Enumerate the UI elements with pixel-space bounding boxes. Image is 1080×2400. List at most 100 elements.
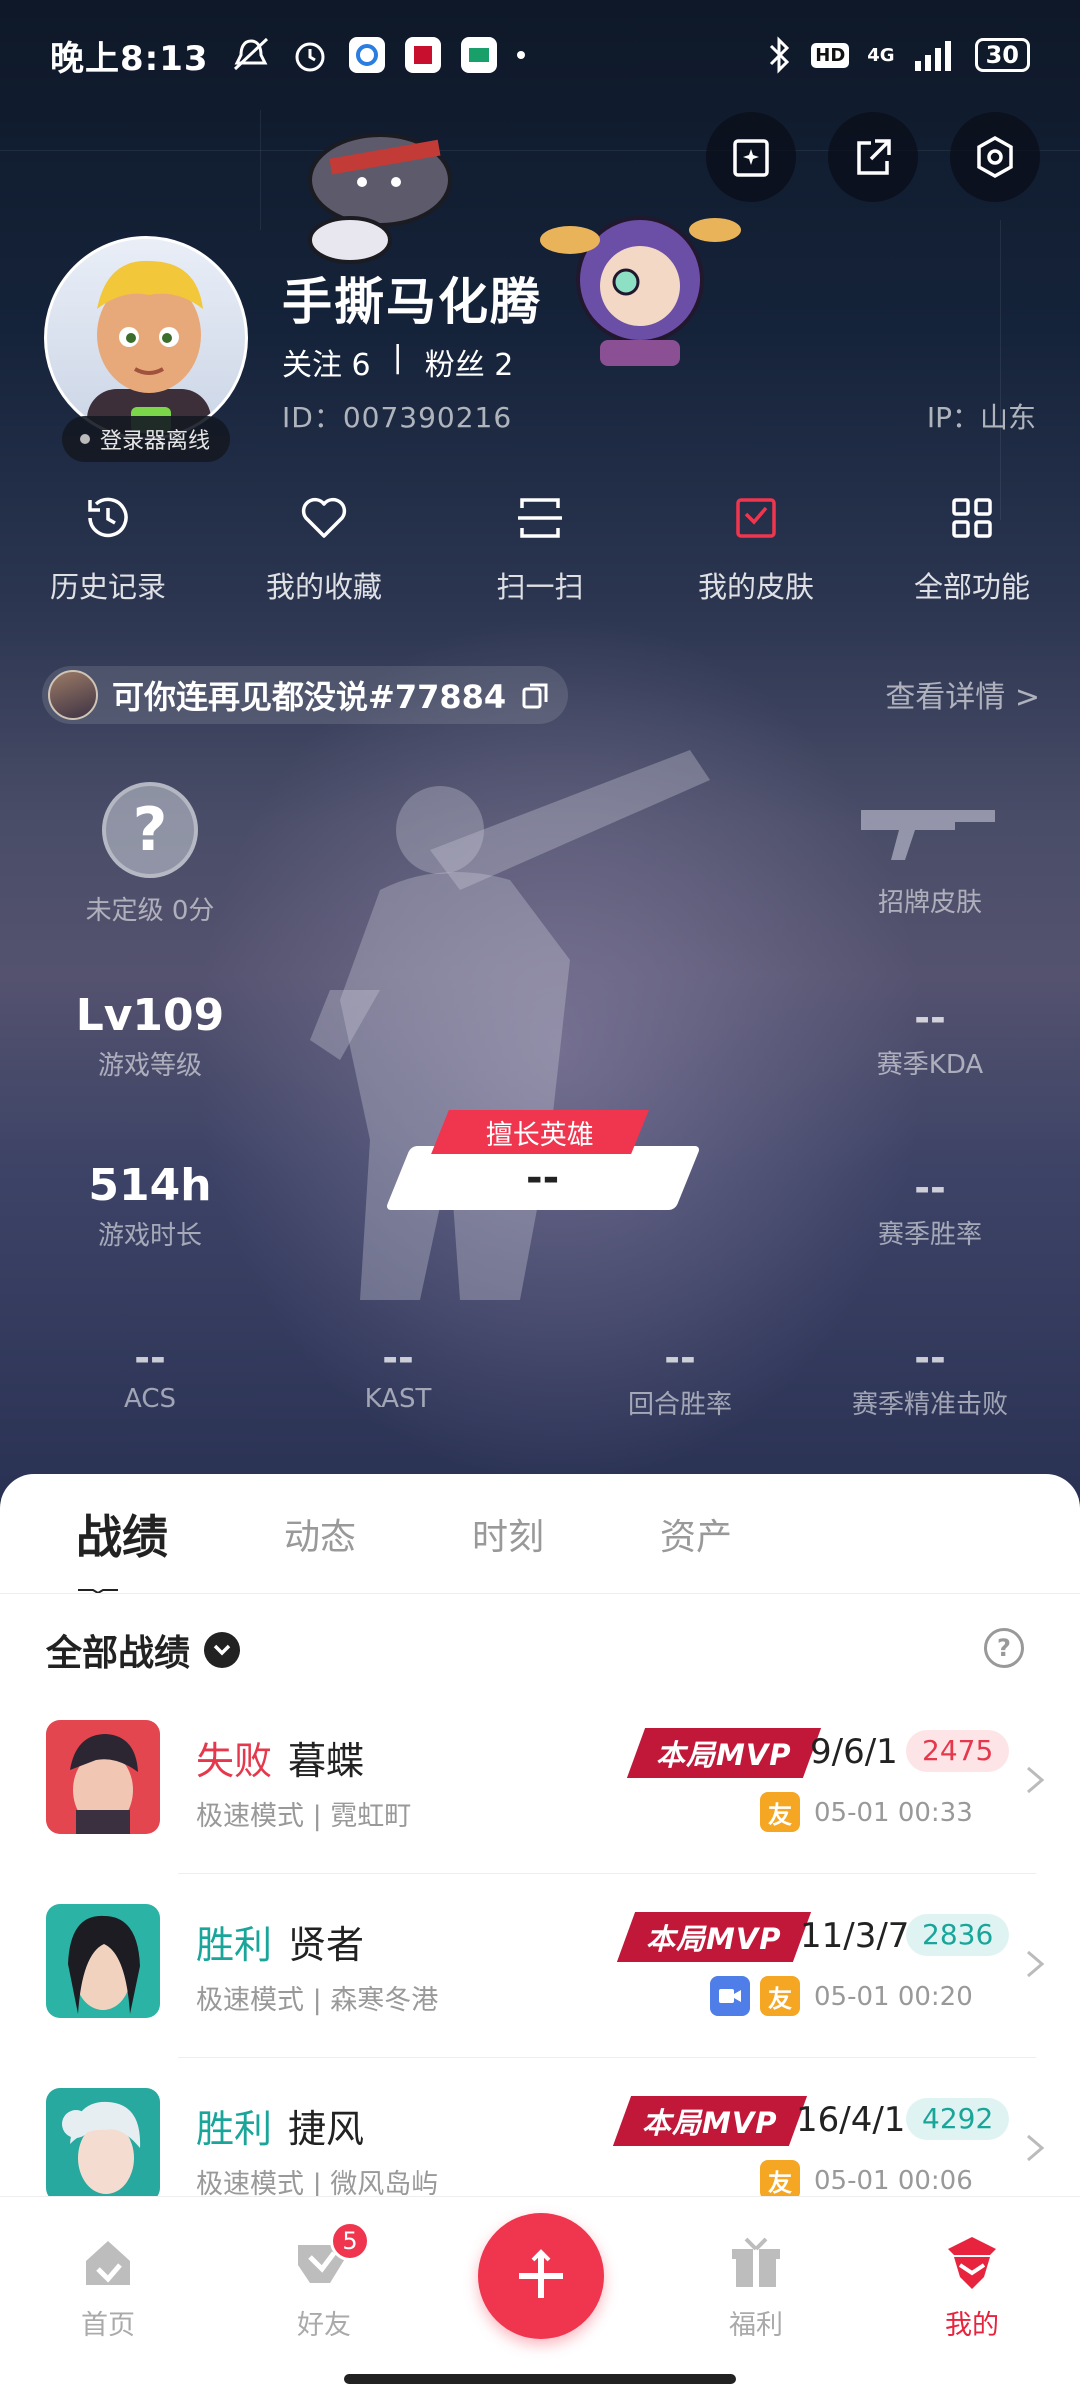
quick-actions: 历史记录 我的收藏 扫一扫 我的皮肤 全部功能 (0, 490, 1080, 606)
profile-hero: 晚上8:13 HD 4G 30 登录器离线 手撕马化腾 关注 6 | 粉丝 2 … (0, 0, 1080, 1500)
quick-action-history[interactable]: 历史记录 (0, 490, 216, 606)
fans-count: 2 (494, 348, 514, 383)
user-avatar[interactable] (44, 236, 248, 440)
rank-stat[interactable]: ? 未定级 0分 (30, 782, 270, 927)
match-row[interactable]: 失败 暮蝶 极速模式 | 霓虹町 本局MVP 9/6/1 2475 友 05-0… (0, 1690, 1080, 1874)
match-row[interactable]: 胜利 贤者 极速模式 | 森寒冬港 本局MVP 11/3/7 2836 友 05… (0, 1874, 1080, 2058)
precise-kills-value: -- (914, 1336, 946, 1380)
home-indicator[interactable] (344, 2374, 736, 2384)
nav-label: 首页 (81, 2310, 135, 2341)
kast-value: -- (382, 1336, 414, 1380)
help-icon[interactable]: ? (984, 1628, 1024, 1668)
share-button[interactable] (828, 112, 918, 202)
mvp-label: 本局MVP (656, 1738, 792, 1772)
offline-dot-icon (80, 434, 90, 444)
tab-assets[interactable]: 资产 (632, 1508, 760, 1560)
friend-badge-icon: 友 (760, 1792, 800, 1832)
match-result: 胜利 (196, 1923, 273, 1967)
offline-text: 登录器离线 (100, 429, 211, 454)
kda-stat: -- 赛季KDA (810, 996, 1050, 1081)
quick-action-label: 我的皮肤 (697, 570, 814, 604)
following-link[interactable]: 关注 6 (282, 340, 371, 384)
nav-label: 好友 (297, 2310, 351, 2341)
favorite-hero-card[interactable]: -- 擅长英雄 (378, 1110, 708, 1214)
ip-location: IP：山东 (926, 401, 1036, 434)
bottom-nav: 首页 好友 5 福利 我的 (0, 2196, 1080, 2400)
mute-bell-icon (233, 37, 268, 71)
match-agent: 贤者 (288, 1923, 365, 1967)
nav-home[interactable]: 首页 (38, 2233, 178, 2342)
records-filter[interactable]: 全部战绩 (46, 1624, 241, 1676)
friends-badge: 5 (330, 2221, 370, 2261)
playtime-stat: 514h 游戏时长 (30, 1160, 270, 1252)
playtime-label: 游戏时长 (97, 1221, 202, 1251)
settings-button[interactable] (950, 112, 1040, 202)
favorite-hero-tag: 擅长英雄 (431, 1110, 649, 1154)
tab-records[interactable]: 战绩 (50, 1501, 196, 1593)
match-time: 05-01 00:06 (814, 2166, 973, 2196)
friend-badge-icon: 友 (760, 2160, 800, 2200)
precise-kills-stat: -- 赛季精准击败 (810, 1336, 1050, 1421)
signature-skin-stat[interactable]: 招牌皮肤 (810, 790, 1050, 919)
alarm-icon (295, 42, 325, 72)
status-right: HD 4G 30 (767, 36, 1030, 74)
winrate-value: -- (914, 1166, 946, 1210)
nav-friends[interactable]: 好友 5 (254, 2221, 394, 2342)
quick-action-skins[interactable]: 我的皮肤 (648, 490, 864, 606)
nav-label: 福利 (729, 2310, 783, 2341)
quick-action-favorites[interactable]: 我的收藏 (216, 490, 432, 606)
username: 手撕马化腾 (282, 273, 542, 331)
tab-label: 时刻 (472, 1516, 545, 1558)
tab-feed[interactable]: 动态 (256, 1508, 384, 1560)
view-details-link[interactable]: 查看详情 > (885, 672, 1040, 716)
quick-action-all[interactable]: 全部功能 (864, 490, 1080, 606)
rank-label: 未定级 0分 (85, 896, 215, 926)
nav-mine[interactable]: 我的 (902, 2233, 1042, 2342)
bluetooth-icon (770, 36, 790, 74)
tab-label: 资产 (660, 1516, 733, 1558)
match-score: 4292 (906, 2098, 1010, 2140)
quick-action-label: 全部功能 (913, 570, 1030, 604)
quick-action-label: 历史记录 (49, 570, 166, 604)
acs-label: ACS (124, 1384, 176, 1414)
mvp-label: 本局MVP (646, 1922, 782, 1956)
video-badge-icon (710, 1976, 750, 2016)
mvp-badge: 本局MVP (626, 1728, 822, 1778)
level-label: 游戏等级 (97, 1051, 202, 1081)
quick-action-label: 我的收藏 (265, 570, 382, 604)
app-notification-icon (404, 37, 441, 73)
notification-icons (231, 36, 525, 74)
create-post-button[interactable] (478, 2213, 604, 2339)
nav-welfare[interactable]: 福利 (686, 2233, 826, 2342)
tab-label: 战绩 (76, 1509, 168, 1564)
match-mode: 极速模式 | 森寒冬港 (196, 1985, 439, 2016)
chevron-right-icon (1027, 1950, 1045, 1978)
card-edit-button[interactable] (706, 112, 796, 202)
chevron-right-icon (1027, 1766, 1045, 1794)
sparkle-card-icon (733, 139, 769, 177)
acs-value: -- (134, 1336, 166, 1380)
quick-action-label: 扫一扫 (496, 570, 584, 604)
tab-moments[interactable]: 时刻 (444, 1508, 572, 1560)
bg-line (260, 110, 261, 230)
user-id[interactable]: ID：007390216 (282, 396, 512, 436)
skin-icon (736, 498, 776, 538)
round-winrate-value: -- (664, 1336, 696, 1380)
copy-icon[interactable] (520, 680, 550, 710)
follow-row: 关注 6 | 粉丝 2 (282, 340, 513, 384)
profile-tabs: 战绩 动态 时刻 资产 (0, 1474, 1080, 1594)
playtime-value: 514h (88, 1160, 212, 1211)
match-kda: 16/4/1 (796, 2100, 906, 2140)
game-account-pill[interactable]: 可你连再见都没说#77884 (42, 666, 569, 724)
favorite-hero-box: -- (385, 1146, 701, 1210)
signal-icon (914, 41, 951, 71)
match-score: 2475 (906, 1730, 1010, 1772)
hd-icon: HD (811, 42, 850, 68)
chevron-down-icon (204, 1632, 241, 1668)
network-type: 4G (867, 44, 895, 66)
gift-icon (732, 2237, 780, 2287)
fans-link[interactable]: 粉丝 2 (425, 340, 514, 384)
quick-action-scan[interactable]: 扫一扫 (432, 490, 648, 606)
match-agent: 暮蝶 (288, 1739, 365, 1783)
rank-unranked-icon: ? (102, 782, 198, 878)
